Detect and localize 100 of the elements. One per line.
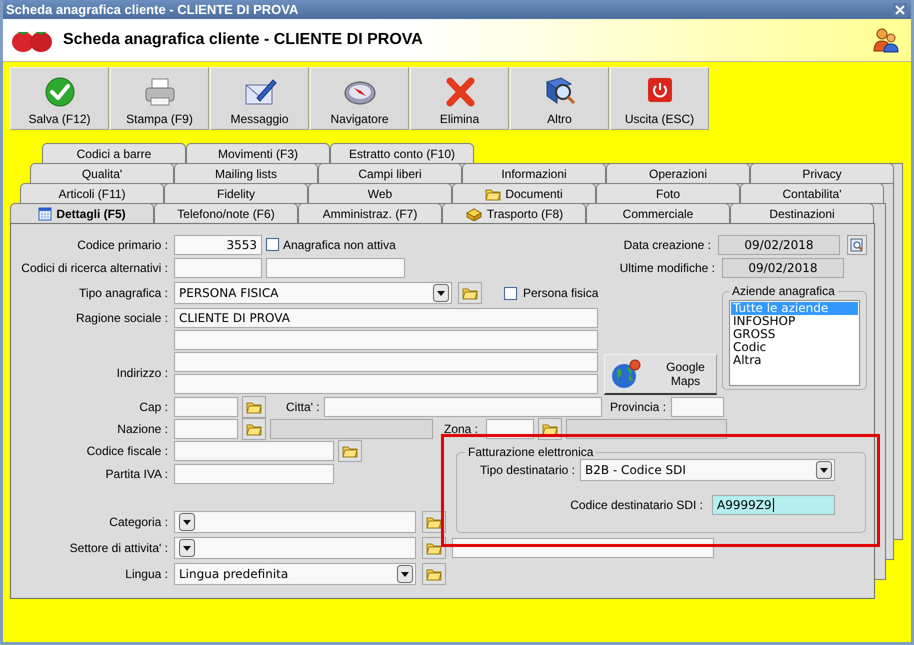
tab[interactable]: Qualita' [30,163,174,183]
folder-icon [426,515,442,529]
input-field[interactable]: 09/02/2018 [718,234,840,254]
tab[interactable]: Codici a barre [42,143,186,163]
folder-button[interactable] [422,537,446,559]
close-icon [895,4,905,14]
list-item[interactable]: GROSS [731,328,858,341]
dropdown[interactable] [174,511,416,533]
field-label: Provincia : [610,400,666,414]
field-label: Lingua : [125,567,168,581]
input-field[interactable]: A9999Z9 [712,495,835,515]
tab[interactable]: Articoli (F11) [20,183,164,203]
field-label: Citta' : [286,400,320,414]
field-label: Ragione sociale : [76,310,168,324]
checkbox-label: Anagrafica non attiva [283,238,396,252]
tab[interactable]: Privacy [750,163,894,183]
tab[interactable]: Mailing lists [174,163,318,183]
dropdown[interactable]: PERSONA FISICA [174,282,452,304]
tab[interactable]: Operazioni [606,163,750,183]
field-label: Tipo anagrafica : [79,286,168,300]
tab[interactable]: Trasporto (F8) [442,203,586,223]
tab[interactable]: Dettagli (F5) [10,203,154,224]
toolbar-button[interactable]: Salva (F12) [10,67,109,130]
toolbar-button[interactable]: Stampa (F9) [110,67,209,130]
field-label: Cap : [139,400,168,414]
toolbar-button[interactable]: Navigatore [310,67,409,130]
input-field[interactable] [174,464,334,484]
dropdown[interactable]: B2B - Codice SDI [580,459,835,481]
tab[interactable]: Web [308,183,452,203]
caret-icon [397,565,413,583]
list-item[interactable]: Codic [731,341,858,354]
caret-icon [816,461,832,479]
toolbar-button[interactable]: Elimina [410,67,509,130]
field-label: Data creazione : [624,238,711,252]
tab[interactable]: Documenti [452,183,596,203]
list-item[interactable]: Altra [731,354,858,367]
tab[interactable]: Campi liberi [318,163,462,183]
checkbox[interactable] [504,286,517,300]
checkbox-label: Persona fisica [523,286,598,300]
tab[interactable]: Estratto conto (F10) [330,143,474,163]
tab[interactable]: Telefono/note (F6) [154,203,298,223]
tab[interactable]: Informazioni [462,163,606,183]
lookup-button[interactable] [847,234,867,254]
close-button[interactable] [893,2,907,16]
folder-icon [462,286,478,300]
field-label: Tipo destinatario : [480,463,575,477]
tab[interactable]: Commerciale [586,203,730,223]
google-maps-button[interactable]: Google Maps [604,354,717,394]
folder-button[interactable] [242,396,266,418]
input-field[interactable] [174,352,598,372]
field-label: Codici di ricerca alternativi : [21,261,168,275]
input-field[interactable] [174,258,262,278]
tab[interactable]: Amministraz. (F7) [298,203,442,223]
check-icon [44,76,76,108]
calendar-icon [38,207,52,221]
folder-icon [246,422,262,436]
folder-button[interactable] [242,418,266,440]
input-field[interactable] [266,258,405,278]
checkbox[interactable] [266,238,279,251]
caret-icon [179,539,195,557]
input-field[interactable] [174,441,334,461]
dropdown[interactable] [174,537,416,559]
field-label: Ultime modifiche : [620,261,715,275]
folder-icon [342,444,358,458]
header-title: Scheda anagrafica cliente - CLIENTE DI PROVA [63,31,424,49]
field-label: Partita IVA : [106,466,168,480]
input-field[interactable] [174,396,238,416]
input-field[interactable]: CLIENTE DI PROVA [174,308,598,328]
input-field[interactable]: 3553 [174,234,262,254]
folder-button[interactable] [458,282,482,304]
magnifier-icon [850,238,864,252]
input-field[interactable]: 09/02/2018 [722,258,844,278]
input-field[interactable] [270,419,433,439]
list-item[interactable]: INFOSHOP [731,315,858,328]
caret-icon [433,284,449,302]
input-field[interactable] [174,330,598,350]
tab[interactable]: Foto [596,183,740,203]
dropdown[interactable]: Lingua predefinita [174,563,416,585]
tab[interactable]: Movimenti (F3) [186,143,330,163]
input-field[interactable] [174,419,238,439]
globe-icon [609,356,643,390]
field-label: Codice fiscale : [86,444,168,458]
field-label: Nazione : [117,422,168,436]
toolbar-button[interactable]: Messaggio [210,67,309,130]
tab[interactable]: Destinazioni [730,203,874,223]
field-label: Indirizzo : [116,366,168,380]
input-field[interactable] [174,374,598,394]
power-icon [646,76,674,104]
input-field[interactable] [324,396,602,416]
input-field[interactable] [671,396,724,416]
folder-button[interactable] [338,440,362,462]
folder-button[interactable] [422,563,446,585]
tab[interactable]: Contabilita' [740,183,884,203]
toolbar-button[interactable]: Altro [510,67,609,130]
field-label: Codice destinatario SDI : [570,498,703,512]
caret-icon [179,513,195,531]
group-title: Aziende anagrafica [731,284,836,298]
tab[interactable]: Fidelity [164,183,308,203]
folder-icon [246,400,262,414]
toolbar-button[interactable]: Uscita (ESC) [610,67,709,130]
